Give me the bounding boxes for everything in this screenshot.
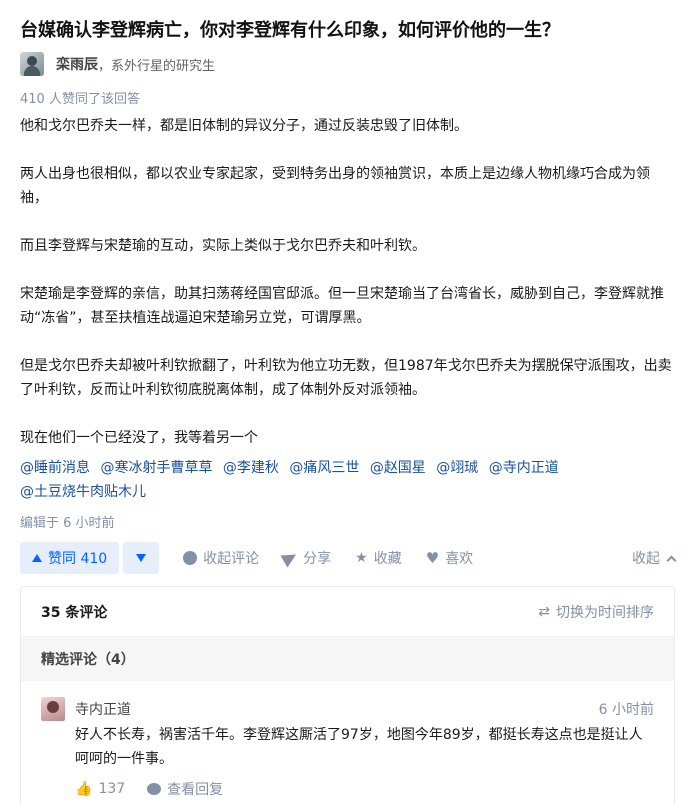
answer-paragraph: 现在他们一个已经没了，我等着另一个 [20,430,258,446]
author-info: 栾雨辰 ， 系外行星的研究生 [20,52,215,76]
vote-summary: 410 人赞同了该回答 [20,92,140,107]
comments-panel: 35 条评论 ⇄ 切换为时间排序 精选评论（4） 寺内正道 6 小时前 好人不长… [20,586,675,805]
mention-link[interactable]: @翊珹 [436,460,478,476]
answer-content: 他和戈尔巴乔夫一样，都是旧体制的异议分子，通过反装忠毁了旧体制。 两人出身也很相… [20,114,675,474]
author-avatar[interactable] [20,52,44,76]
view-replies-button[interactable]: 查看回复 [147,779,223,799]
collect-button[interactable]: ★ 收藏 [355,548,402,568]
comment-likes: 137 [98,781,126,797]
answer-actions: 赞同 410 收起评论 分享 ★ 收藏 ♥ 喜欢 收起 [20,541,677,575]
reply-bubble-icon [147,783,162,795]
collapse-label: 收起 [632,551,660,567]
author-separator: ， [98,58,112,74]
comment-text: 好人不长寿，祸害活千年。李登辉这厮活了97岁，地图今年89岁，都挺长寿这点也是挺… [75,727,643,767]
mention-list: @睡前消息 @寒冰射手曹草草 @李建秋 @痛风三世 @赵国星 @翊珹 @寺内正道… [20,456,675,504]
mention-link[interactable]: @寺内正道 [489,460,559,476]
comment-meta: 👍 137 查看回复 [75,779,223,799]
star-icon: ★ [355,550,368,566]
paper-plane-icon [280,548,300,568]
collect-label: 收藏 [373,551,402,567]
commenter-name[interactable]: 寺内正道 [75,699,131,719]
mention-link[interactable]: @土豆烧牛肉贴木儿 [20,484,146,500]
downvote-button[interactable] [123,542,160,574]
answer-paragraph: 他和戈尔巴乔夫一样，都是旧体制的异议分子，通过反装忠毁了旧体制。 [20,118,468,134]
triangle-up-icon [32,554,42,562]
upvote-label: 赞同 410 [48,551,108,567]
mention-link[interactable]: @李建秋 [223,460,279,476]
comment-count: 35 条评论 [41,604,108,621]
toggle-comments-button[interactable]: 收起评论 [183,548,259,568]
question-title[interactable]: 台媒确认李登辉病亡，你对李登辉有什么印象，如何评价他的一生？ [20,18,680,44]
like-label: 喜欢 [445,551,474,567]
share-button[interactable]: 分享 [280,548,332,568]
comment-label: 收起评论 [203,551,260,567]
like-button[interactable]: ♥ 喜欢 [426,548,473,568]
mention-link[interactable]: @寒冰射手曹草草 [100,460,212,476]
reply-label: 查看回复 [167,782,224,798]
mention-link[interactable]: @痛风三世 [289,460,359,476]
comments-header: 35 条评论 ⇄ 切换为时间排序 [21,587,674,637]
collapse-button[interactable]: 收起 [632,548,677,568]
comment-item: 寺内正道 6 小时前 好人不长寿，祸害活千年。李登辉这厮活了97岁，地图今年89… [21,681,674,798]
thumbs-up-icon: 👍 [75,781,93,797]
comment-bubble-icon [183,551,198,565]
swap-arrows-icon: ⇄ [538,603,550,620]
answer-paragraph: 两人出身也很相似，都以农业专家起家，受到特务出身的领袖赏识，本质上是边缘人物机缘… [20,166,650,206]
featured-comments-label: 精选评论（4） [21,637,674,681]
edited-time[interactable]: 编辑于 6 小时前 [20,512,115,531]
sort-toggle[interactable]: ⇄ 切换为时间排序 [538,602,654,622]
upvote-button[interactable]: 赞同 410 [20,542,120,574]
answer-paragraph: 宋楚瑜是李登辉的亲信，助其扫荡蒋经国官邸派。但一旦宋楚瑜当了台湾省长，威胁到自己… [20,286,664,326]
answer-page: 台媒确认李登辉病亡，你对李登辉有什么印象，如何评价他的一生？ 栾雨辰 ， 系外行… [0,0,695,805]
share-label: 分享 [303,551,332,567]
author-bio: 系外行星的研究生 [111,58,216,74]
mention-link[interactable]: @赵国星 [370,460,426,476]
mention-link[interactable]: @睡前消息 [20,460,90,476]
commenter-avatar[interactable] [41,697,65,721]
chevron-up-icon [666,555,677,565]
heart-icon: ♥ [425,549,440,567]
sort-label: 切换为时间排序 [556,604,654,621]
triangle-down-icon [136,554,147,562]
author-name[interactable]: 栾雨辰 [56,54,98,74]
answer-paragraph: 但是戈尔巴乔夫却被叶利钦掀翻了，叶利钦为他立功无数，但1987年戈尔巴乔夫为摆脱… [20,358,672,398]
answer-paragraph: 而且李登辉与宋楚瑜的互动，实际上类似于戈尔巴乔夫和叶利钦。 [20,238,426,254]
comment-like-button[interactable]: 👍 137 [75,781,125,797]
comment-time: 6 小时前 [598,702,654,718]
